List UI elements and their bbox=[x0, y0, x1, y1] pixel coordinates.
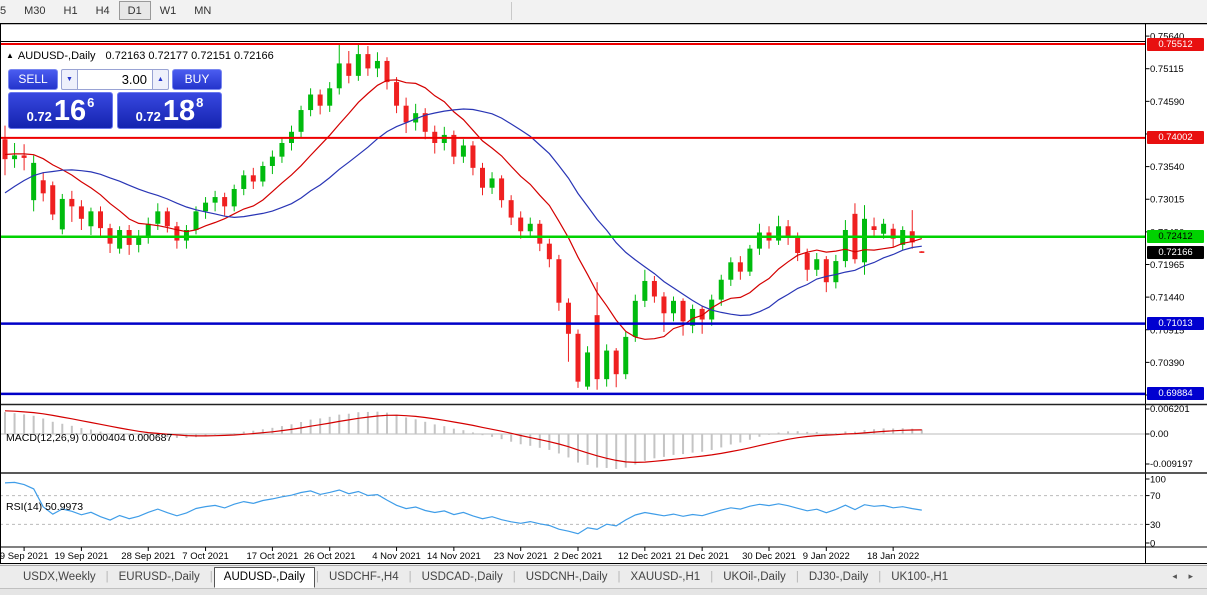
svg-text:0.73540: 0.73540 bbox=[1150, 162, 1184, 173]
toolbar-divider bbox=[511, 2, 512, 20]
svg-text:19 Sep 2021: 19 Sep 2021 bbox=[54, 551, 108, 562]
sell-price-prefix: 0.72 bbox=[26, 108, 52, 124]
svg-text:21 Dec 2021: 21 Dec 2021 bbox=[675, 551, 729, 562]
timeframe-button-h1[interactable]: H1 bbox=[55, 1, 87, 20]
tab-usdcnh-daily[interactable]: USDCNH-,Daily bbox=[517, 568, 617, 587]
macd-indicator-label: MACD(12,26,9) 0.000404 0.000687 bbox=[6, 432, 173, 444]
lot-decrease-button[interactable]: ▼ bbox=[61, 69, 78, 90]
svg-text:0.70390: 0.70390 bbox=[1150, 358, 1184, 369]
svg-text:0.75115: 0.75115 bbox=[1150, 64, 1184, 75]
tab-ukoil-daily[interactable]: UKOil-,Daily bbox=[714, 568, 795, 587]
tab-uk100-h1[interactable]: UK100-,H1 bbox=[882, 568, 957, 587]
status-bar bbox=[0, 588, 1207, 595]
svg-text:0.006201: 0.006201 bbox=[1150, 404, 1190, 415]
svg-text:26 Oct 2021: 26 Oct 2021 bbox=[304, 551, 356, 562]
lot-size-group: ▼ ▲ bbox=[61, 69, 169, 90]
svg-text:7 Oct 2021: 7 Oct 2021 bbox=[182, 551, 228, 562]
svg-text:30: 30 bbox=[1150, 520, 1161, 531]
buy-price-main: 18 bbox=[162, 95, 196, 128]
ohlc-readout: 0.72163 0.72177 0.72151 0.72166 bbox=[105, 50, 274, 62]
svg-text:0: 0 bbox=[1150, 539, 1155, 550]
tab-dj30-daily[interactable]: DJ30-,Daily bbox=[800, 568, 877, 587]
collapse-arrow-icon[interactable]: ▲ bbox=[6, 51, 14, 60]
sell-price-pipette: 6 bbox=[87, 95, 95, 110]
svg-text:0.00: 0.00 bbox=[1150, 429, 1169, 440]
sell-price-main: 16 bbox=[53, 95, 87, 128]
buy-price-box[interactable]: 0.72 18 8 bbox=[117, 92, 222, 129]
tab-xauusd-h1[interactable]: XAUUSD-,H1 bbox=[622, 568, 710, 587]
svg-text:70: 70 bbox=[1150, 491, 1161, 502]
lot-size-input[interactable] bbox=[78, 69, 152, 90]
tab-usdx-weekly[interactable]: USDX,Weekly bbox=[14, 568, 105, 587]
symbol-name: AUDUSD-,Daily bbox=[17, 50, 96, 62]
svg-text:18 Jan 2022: 18 Jan 2022 bbox=[867, 551, 919, 562]
sell-price-box[interactable]: 0.72 16 6 bbox=[8, 92, 113, 129]
tab-scroll-arrows: ◂ ▸ bbox=[1163, 571, 1193, 582]
chart-window: 0.756400.751150.745900.740650.735400.730… bbox=[0, 23, 1207, 564]
timeframe-toolbar: 5 M30 H1 H4 D1 W1 MN bbox=[0, 0, 1207, 23]
timeframe-button-d1[interactable]: D1 bbox=[118, 1, 151, 20]
buy-price-pipette: 8 bbox=[196, 95, 204, 110]
svg-text:0.74590: 0.74590 bbox=[1150, 97, 1184, 108]
tab-usdcad-daily[interactable]: USDCAD-,Daily bbox=[413, 568, 512, 587]
svg-text:2 Dec 2021: 2 Dec 2021 bbox=[554, 551, 603, 562]
svg-text:12 Dec 2021: 12 Dec 2021 bbox=[618, 551, 672, 562]
level-badge-0.71013: 0.71013 bbox=[1147, 317, 1204, 331]
level-badge-0.74002: 0.74002 bbox=[1147, 131, 1204, 145]
chart-tabs-bar: USDX,Weekly | EURUSD-,Daily | AUDUSD-,Daily |… bbox=[0, 565, 1207, 588]
buy-button[interactable]: BUY bbox=[172, 69, 222, 90]
one-click-trade-panel: SELL ▼ ▲ BUY 0.72 16 6 0.72 18 8 bbox=[8, 69, 222, 129]
tab-scroll-right-icon[interactable]: ▸ bbox=[1188, 571, 1193, 581]
lot-increase-button[interactable]: ▲ bbox=[152, 69, 169, 90]
level-badge-0.72412: 0.72412 bbox=[1147, 230, 1204, 244]
tab-audusd-daily[interactable]: AUDUSD-,Daily bbox=[213, 566, 315, 588]
svg-text:30 Dec 2021: 30 Dec 2021 bbox=[742, 551, 796, 562]
level-badge-0.75512: 0.75512 bbox=[1147, 37, 1204, 51]
timeframe-button-m30[interactable]: M30 bbox=[15, 1, 54, 20]
timeframe-button-h4[interactable]: H4 bbox=[87, 1, 119, 20]
svg-text:0.71965: 0.71965 bbox=[1150, 260, 1184, 271]
chart-title: ▲ AUDUSD-,Daily 0.72163 0.72177 0.72151 0.… bbox=[6, 50, 274, 63]
svg-text:28 Sep 2021: 28 Sep 2021 bbox=[121, 551, 175, 562]
svg-text:-0.009197: -0.009197 bbox=[1150, 459, 1193, 470]
tab-usdchf-h4[interactable]: USDCHF-,H4 bbox=[320, 568, 408, 587]
current-price-badge: 0.72166 bbox=[1147, 245, 1204, 259]
tab-scroll-left-icon[interactable]: ◂ bbox=[1172, 571, 1177, 581]
svg-text:0.71440: 0.71440 bbox=[1150, 293, 1184, 304]
svg-text:4 Nov 2021: 4 Nov 2021 bbox=[372, 551, 421, 562]
timeframe-button-mn[interactable]: MN bbox=[185, 1, 220, 20]
timeframe-button-w1[interactable]: W1 bbox=[151, 1, 186, 20]
svg-text:9 Jan 2022: 9 Jan 2022 bbox=[803, 551, 850, 562]
svg-text:9 Sep 2021: 9 Sep 2021 bbox=[0, 551, 48, 562]
sell-button[interactable]: SELL bbox=[8, 69, 58, 90]
rsi-indicator-label: RSI(14) 50.9973 bbox=[6, 501, 84, 513]
buy-price-prefix: 0.72 bbox=[135, 108, 161, 124]
svg-text:14 Nov 2021: 14 Nov 2021 bbox=[427, 551, 481, 562]
svg-text:23 Nov 2021: 23 Nov 2021 bbox=[494, 551, 548, 562]
tab-eurusd-daily[interactable]: EURUSD-,Daily bbox=[110, 568, 209, 587]
svg-text:0.73015: 0.73015 bbox=[1150, 195, 1184, 206]
svg-text:17 Oct 2021: 17 Oct 2021 bbox=[247, 551, 299, 562]
app-window: 5M30H1H4D1W1MN 0.756400.751150.745900.74… bbox=[0, 0, 1207, 595]
svg-text:100: 100 bbox=[1150, 475, 1166, 486]
timeframe-button-5[interactable]: 5 bbox=[0, 1, 15, 20]
level-badge-0.69884: 0.69884 bbox=[1147, 387, 1204, 401]
